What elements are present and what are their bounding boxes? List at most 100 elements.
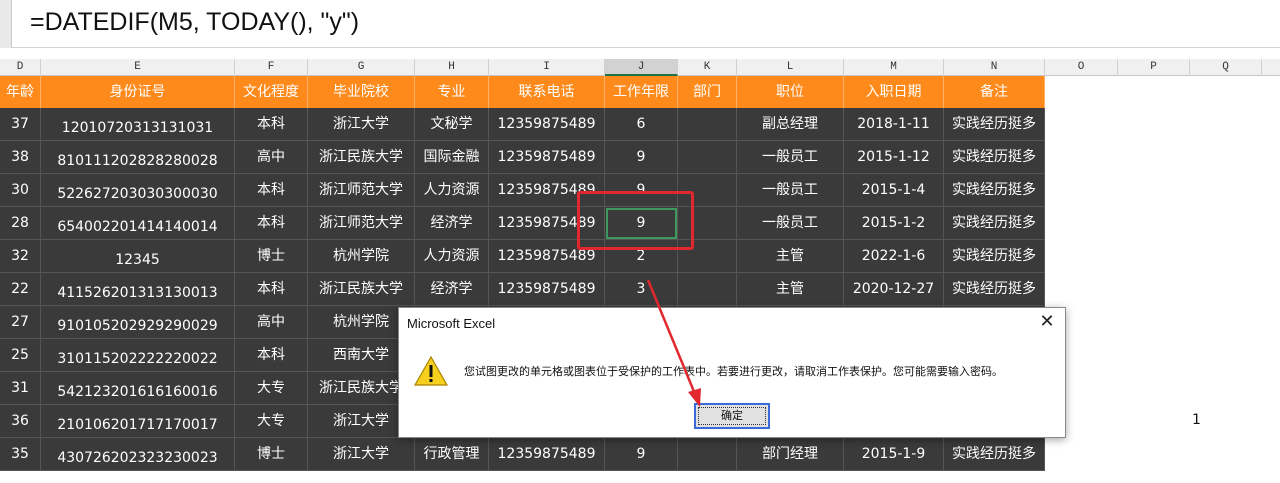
table-cell[interactable]: 大专 xyxy=(235,405,308,438)
table-cell[interactable]: 2018-1-11 xyxy=(844,108,944,141)
table-cell[interactable] xyxy=(678,240,737,273)
table-cell[interactable]: 本科 xyxy=(235,174,308,207)
table-cell[interactable]: 经济学 xyxy=(415,273,489,306)
table-cell[interactable]: 430726202323230023 xyxy=(41,438,235,471)
table-cell[interactable]: 37 xyxy=(0,108,41,141)
table-cell[interactable]: 本科 xyxy=(235,108,308,141)
table-cell[interactable]: 12359875489 xyxy=(489,141,605,174)
table-cell[interactable]: 2015-1-4 xyxy=(844,174,944,207)
table-cell[interactable]: 12359875489 xyxy=(489,273,605,306)
table-cell[interactable] xyxy=(678,108,737,141)
table-cell[interactable]: 一般员工 xyxy=(737,174,844,207)
table-cell[interactable]: 810111202828280028 xyxy=(41,141,235,174)
table-cell[interactable]: 国际金融 xyxy=(415,141,489,174)
formula-bar[interactable]: =DATEDIF(M5, TODAY(), "y") xyxy=(0,0,1280,48)
table-cell[interactable]: 910105202929290029 xyxy=(41,306,235,339)
column-header-i[interactable]: I xyxy=(489,59,605,76)
table-cell[interactable]: 12345 xyxy=(41,240,235,273)
table-cell[interactable]: 实践经历挺多 xyxy=(944,240,1045,273)
table-cell[interactable]: 522627203030300030 xyxy=(41,174,235,207)
table-header-cell[interactable]: 职位 xyxy=(737,76,844,108)
ok-button[interactable]: 确定 xyxy=(694,403,770,429)
table-cell[interactable]: 人力资源 xyxy=(415,240,489,273)
table-header-cell[interactable]: 部门 xyxy=(678,76,737,108)
column-header-f[interactable]: F xyxy=(235,59,308,76)
column-header-h[interactable]: H xyxy=(415,59,489,76)
table-cell[interactable]: 25 xyxy=(0,339,41,372)
table-header-cell[interactable]: 毕业院校 xyxy=(308,76,415,108)
table-cell[interactable]: 28 xyxy=(0,207,41,240)
table-cell[interactable]: 38 xyxy=(0,141,41,174)
column-header-d[interactable]: D xyxy=(0,59,41,76)
table-cell[interactable]: 浙江民族大学 xyxy=(308,273,415,306)
column-header-q[interactable]: Q xyxy=(1190,59,1262,76)
table-cell[interactable]: 实践经历挺多 xyxy=(944,141,1045,174)
column-header-m[interactable]: M xyxy=(844,59,944,76)
column-header-p[interactable]: P xyxy=(1118,59,1190,76)
table-cell[interactable]: 9 xyxy=(605,438,678,471)
table-cell[interactable]: 主管 xyxy=(737,240,844,273)
table-cell[interactable]: 一般员工 xyxy=(737,141,844,174)
table-header-cell[interactable]: 备注 xyxy=(944,76,1045,108)
table-cell[interactable]: 实践经历挺多 xyxy=(944,273,1045,306)
cell-value-stray[interactable]: 1 xyxy=(1192,412,1201,428)
table-cell[interactable]: 2015-1-2 xyxy=(844,207,944,240)
table-cell[interactable] xyxy=(678,273,737,306)
table-cell[interactable]: 浙江民族大学 xyxy=(308,141,415,174)
formula-text[interactable]: =DATEDIF(M5, TODAY(), "y") xyxy=(30,8,359,37)
table-header-cell[interactable]: 专业 xyxy=(415,76,489,108)
table-header-cell[interactable]: 身份证号 xyxy=(41,76,235,108)
table-cell[interactable]: 浙江大学 xyxy=(308,108,415,141)
column-header-k[interactable]: K xyxy=(678,59,737,76)
column-header-l[interactable]: L xyxy=(737,59,844,76)
table-cell[interactable]: 博士 xyxy=(235,438,308,471)
protected-sheet-dialog[interactable]: Microsoft Excel ✕ 您试图更改的单元格或图表位于受保护的工作表中… xyxy=(398,307,1066,438)
table-cell[interactable]: 人力资源 xyxy=(415,174,489,207)
table-header-cell[interactable]: 年龄 xyxy=(0,76,41,108)
table-cell[interactable]: 本科 xyxy=(235,207,308,240)
column-header-e[interactable]: E xyxy=(41,59,235,76)
table-header-cell[interactable]: 联系电话 xyxy=(489,76,605,108)
table-cell[interactable]: 大专 xyxy=(235,372,308,405)
table-header-cell[interactable]: 文化程度 xyxy=(235,76,308,108)
table-cell[interactable]: 310115202222220022 xyxy=(41,339,235,372)
table-cell[interactable]: 9 xyxy=(605,174,678,207)
table-cell[interactable]: 12010720313131031 xyxy=(41,108,235,141)
table-cell[interactable]: 2 xyxy=(605,240,678,273)
table-cell[interactable]: 36 xyxy=(0,405,41,438)
table-cell[interactable]: 3 xyxy=(605,273,678,306)
table-cell[interactable]: 30 xyxy=(0,174,41,207)
table-cell[interactable]: 6 xyxy=(605,108,678,141)
table-cell[interactable]: 32 xyxy=(0,240,41,273)
table-cell[interactable]: 一般员工 xyxy=(737,207,844,240)
table-cell[interactable]: 实践经历挺多 xyxy=(944,438,1045,471)
table-cell[interactable]: 22 xyxy=(0,273,41,306)
table-cell[interactable] xyxy=(678,141,737,174)
table-cell[interactable]: 31 xyxy=(0,372,41,405)
table-cell[interactable]: 411526201313130013 xyxy=(41,273,235,306)
table-cell[interactable]: 高中 xyxy=(235,306,308,339)
table-header-cell[interactable]: 工作年限 xyxy=(605,76,678,108)
table-cell[interactable]: 2020-12-27 xyxy=(844,273,944,306)
table-cell[interactable]: 27 xyxy=(0,306,41,339)
table-cell[interactable]: 浙江师范大学 xyxy=(308,174,415,207)
table-cell[interactable]: 浙江大学 xyxy=(308,438,415,471)
table-cell[interactable]: 2022-1-6 xyxy=(844,240,944,273)
table-cell[interactable]: 542123201616160016 xyxy=(41,372,235,405)
table-cell[interactable]: 12359875489 xyxy=(489,240,605,273)
column-header-j[interactable]: J xyxy=(605,59,678,76)
table-cell[interactable]: 本科 xyxy=(235,339,308,372)
table-cell[interactable]: 杭州学院 xyxy=(308,240,415,273)
table-cell[interactable]: 实践经历挺多 xyxy=(944,108,1045,141)
table-cell[interactable]: 12359875489 xyxy=(489,207,605,240)
table-cell[interactable]: 高中 xyxy=(235,141,308,174)
table-cell[interactable]: 主管 xyxy=(737,273,844,306)
table-cell[interactable] xyxy=(678,174,737,207)
table-cell[interactable]: 654002201414140014 xyxy=(41,207,235,240)
table-header-cell[interactable]: 入职日期 xyxy=(844,76,944,108)
table-cell[interactable]: 12359875489 xyxy=(489,174,605,207)
table-cell[interactable]: 本科 xyxy=(235,273,308,306)
table-cell[interactable]: 浙江师范大学 xyxy=(308,207,415,240)
table-cell[interactable]: 35 xyxy=(0,438,41,471)
table-cell[interactable]: 部门经理 xyxy=(737,438,844,471)
